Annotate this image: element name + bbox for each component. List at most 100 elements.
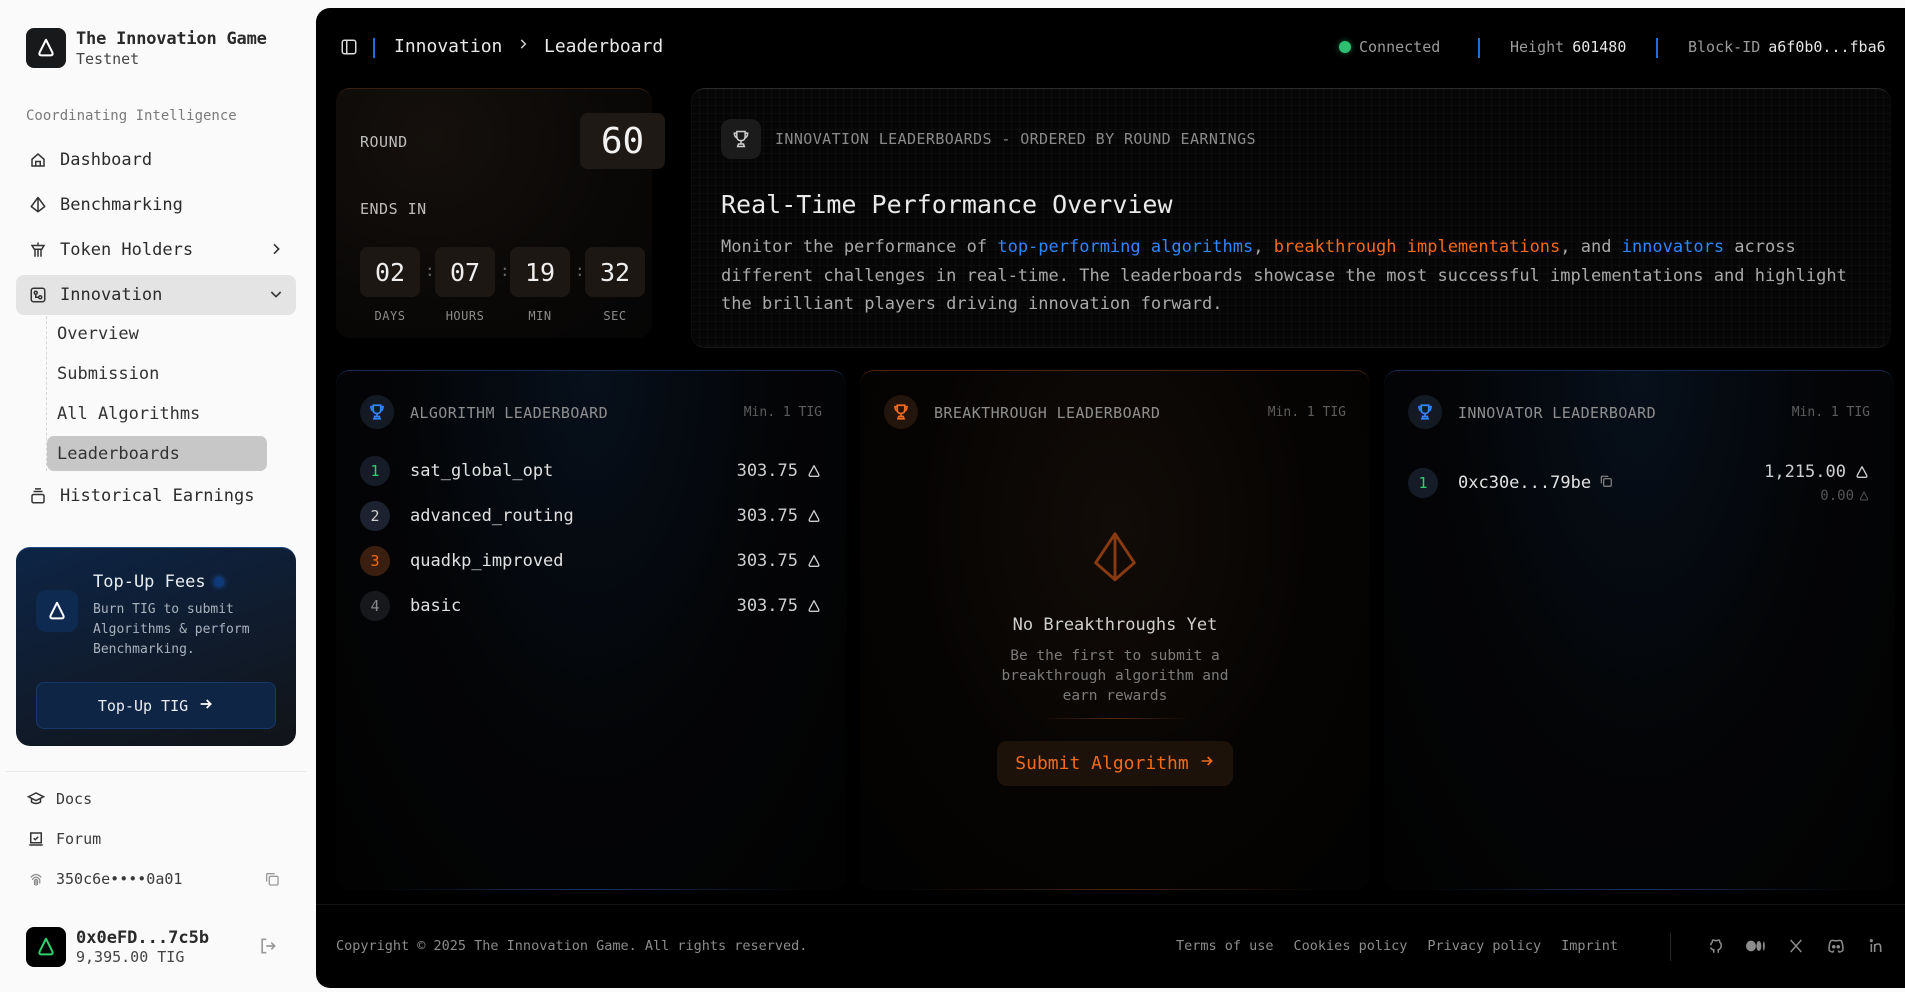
copyright: Copyright © 2025 The Innovation Game. Al… [336,938,808,954]
card-accent-line [1424,889,1854,890]
footer-divider [316,904,1905,905]
subnav-item-all-algorithms[interactable]: All Algorithms [47,396,267,431]
innovator-address: 0xc30e...79be [1458,473,1764,493]
forum-icon [26,830,46,848]
circuit-icon [28,285,48,305]
topbar: Innovation Leaderboard Connected Height … [316,8,1905,88]
block-id-value: a6f0b0...fba6 [1768,38,1886,56]
empty-state-description: Be the first to submit a breakthrough al… [1001,648,1229,704]
leaderboard-title: BREAKTHROUGH LEADERBOARD [934,404,1161,422]
leaderboard-row[interactable]: 1 0xc30e...79be 1,215.00 0.00 [1408,457,1870,509]
desc-text: , [1253,237,1274,257]
sidebar-toggle-icon[interactable] [340,38,358,60]
top-up-fees-card: Top-Up Fees Burn TIG to submit Algorithm… [16,547,296,746]
innovation-subnav: Overview Submission All Algorithms Leade… [46,316,296,471]
sidebar-item-innovation[interactable]: Innovation [16,275,296,315]
linkedin-icon[interactable] [1866,936,1886,956]
sidebar-item-benchmarking[interactable]: Benchmarking [16,185,296,225]
github-icon[interactable] [1706,936,1726,956]
footer-link-privacy[interactable]: Privacy policy [1427,938,1541,954]
sidebar-item-label: Token Holders [60,240,194,260]
algorithm-name: basic [410,596,462,616]
subnav-item-overview[interactable]: Overview [47,316,267,351]
breadcrumb-innovation[interactable]: Innovation [394,36,502,57]
stack-icon [28,486,48,506]
round-card: ROUND 60 ENDS IN 02 : 07 : 19 : 32 DAYS … [336,88,665,338]
countdown-days-label: DAYS [374,309,406,323]
footer-link-cookies[interactable]: Cookies policy [1294,938,1408,954]
chevron-down-icon [268,286,284,307]
top-up-tig-button[interactable]: Top-Up TIG [36,682,276,729]
arrow-right-icon [1199,753,1215,774]
sidebar-item-label: Benchmarking [60,195,183,215]
leaderboard-min: Min. 1 TIG [1267,405,1346,420]
fingerprint-value: 350c6e••••0a01 [56,870,183,888]
brand[interactable]: The Innovation Game Testnet [26,28,267,68]
countdown-hours: 07 [435,247,495,297]
countdown-hours-label: HOURS [445,309,485,323]
brand-subtitle: Testnet [76,49,140,68]
footer-link-imprint[interactable]: Imprint [1561,938,1618,954]
sidebar-item-token-holders[interactable]: Token Holders [16,230,296,270]
sidebar-nav: Dashboard Benchmarking Token Holders Inn… [16,140,296,521]
round-number: 60 [580,113,665,169]
overview-kicker: INNOVATION LEADERBOARDS - ORDERED BY ROU… [775,130,1256,148]
algorithm-earnings: 303.75 [737,461,822,481]
pyramid-icon [1086,529,1144,591]
algorithm-leaderboard: ALGORITHM LEADERBOARD Min. 1 TIG 1 sat_g… [336,370,846,890]
docs-link[interactable]: Docs [26,790,92,808]
breadcrumb-chevron-icon [516,36,530,56]
footer-divider [1670,933,1671,961]
pyramid-icon [28,195,48,215]
copy-icon[interactable] [1599,473,1613,493]
wallet[interactable]: 0x0eFD...7c5b 9,395.00 TIG [26,927,209,967]
footer-link-terms[interactable]: Terms of use [1176,938,1274,954]
divider [373,38,375,58]
leaderboard-row[interactable]: 3 quadkp_improved 303.75 [360,545,822,577]
docs-label: Docs [56,790,93,808]
earnings-value: 303.75 [736,596,798,616]
leaderboard-row[interactable]: 4 basic 303.75 [360,590,822,622]
top-up-button-label: Top-Up TIG [97,696,189,715]
algorithm-earnings: 303.75 [737,596,822,616]
earnings-value: 303.75 [736,551,798,571]
sidebar-item-label: Dashboard [60,150,153,170]
graduation-cap-icon [26,790,46,808]
sidebar-item-historical-earnings[interactable]: Historical Earnings [16,476,296,516]
promo-indicator-dot [213,577,224,587]
promo-title: Top-Up Fees [93,572,224,592]
rank-badge: 1 [1408,468,1438,498]
round-label: ROUND [360,133,408,151]
promo-title-text: Top-Up Fees [93,572,206,592]
main-panel: Innovation Leaderboard Connected Height … [316,8,1905,988]
innovator-earnings: 1,215.00 0.00 [1764,462,1870,504]
sidebar-item-dashboard[interactable]: Dashboard [16,140,296,180]
innovator-address-text: 0xc30e...79be [1458,473,1592,493]
discord-icon[interactable] [1826,936,1846,956]
x-icon[interactable] [1786,936,1806,956]
trophy-icon [1408,395,1442,429]
rank-badge: 4 [360,591,390,621]
divider [1656,38,1658,58]
logout-icon[interactable] [258,936,278,960]
copy-icon[interactable] [264,871,280,891]
sidebar-divider [6,771,306,772]
desc-highlight-algorithms: top-performing algorithms [997,237,1254,257]
subnav-item-leaderboards[interactable]: Leaderboards [47,436,267,471]
medium-icon[interactable] [1746,936,1766,956]
countdown-minutes-label: MIN [528,309,552,323]
trophy-icon [884,395,918,429]
status-text: Connected [1359,38,1441,56]
footer-links: Terms of use Cookies policy Privacy poli… [1176,938,1618,954]
leaderboard-row[interactable]: 1 sat_global_opt 303.75 [360,455,822,487]
subnav-item-submission[interactable]: Submission [47,356,267,391]
countdown-seconds: 32 [585,247,645,297]
forum-link[interactable]: Forum [26,830,101,848]
algorithm-name: quadkp_improved [410,551,564,571]
trophy-icon [360,395,394,429]
leaderboard-row[interactable]: 2 advanced_routing 303.75 [360,500,822,532]
forum-label: Forum [56,830,102,848]
submit-algorithm-button[interactable]: Submit Algorithm [997,741,1233,786]
overview-description: Monitor the performance of top-performin… [721,233,1871,319]
card-accent-line [900,889,1330,890]
